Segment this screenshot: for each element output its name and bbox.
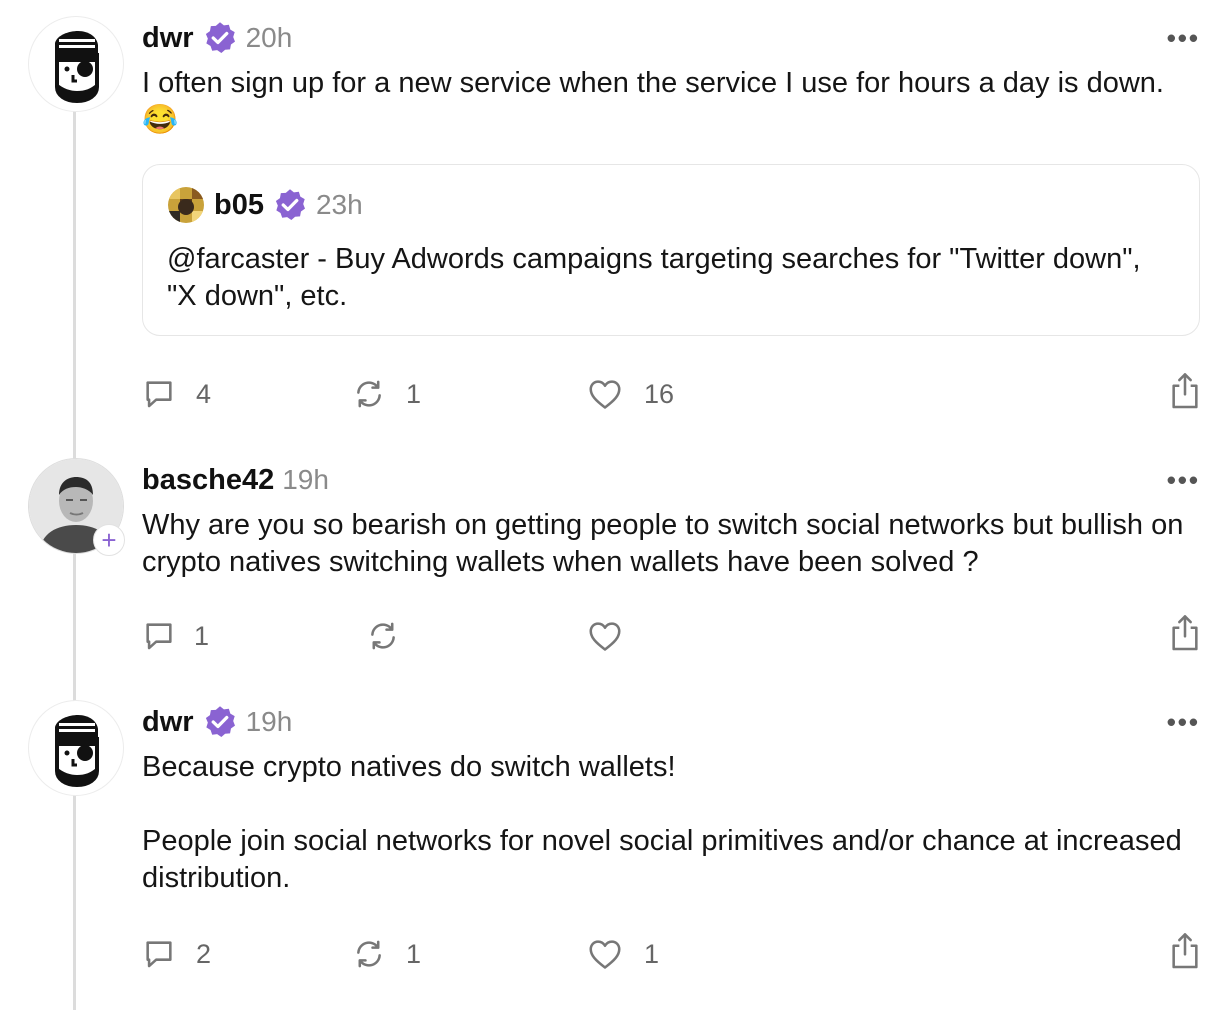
share-icon	[1172, 933, 1198, 969]
recast-button[interactable]: 1	[352, 374, 421, 414]
heart-icon	[589, 940, 621, 969]
verified-badge-icon	[205, 22, 235, 53]
like-count: 16	[644, 378, 675, 409]
pirate-avatar-icon	[55, 31, 99, 104]
comment-icon	[146, 941, 172, 968]
reply-count: 4	[196, 378, 212, 409]
heart-icon	[589, 622, 621, 651]
recast-button[interactable]: 1	[352, 934, 421, 974]
recast-icon	[371, 622, 395, 650]
username[interactable]: dwr	[142, 22, 194, 55]
timestamp[interactable]: 20h	[246, 22, 293, 54]
comment-icon	[146, 381, 172, 408]
reply-count: 1	[194, 620, 210, 651]
quoted-timestamp[interactable]: 23h	[316, 189, 363, 221]
share-icon	[1172, 615, 1198, 651]
like-button[interactable]	[586, 616, 644, 656]
recast-count: 1	[406, 938, 422, 969]
avatar-dwr[interactable]	[28, 700, 124, 796]
share-button[interactable]	[1168, 612, 1202, 657]
cast-header: dwr 20h	[142, 18, 292, 58]
pirate-avatar-icon	[55, 715, 99, 788]
like-button[interactable]: 1	[586, 934, 659, 974]
verified-badge-icon	[275, 189, 305, 220]
quoted-cast[interactable]: b05 23h @farcaster - Buy Adwords campaig…	[142, 164, 1200, 336]
timestamp[interactable]: 19h	[246, 706, 293, 738]
share-icon	[1172, 373, 1198, 409]
like-count: 1	[644, 938, 660, 969]
cast-actions: 2 1 1	[142, 933, 1202, 974]
verified-badge-icon	[205, 706, 235, 737]
reply-button[interactable]: 2	[142, 934, 211, 974]
reply-button[interactable]: 1	[142, 616, 209, 656]
username[interactable]: basche42	[142, 464, 274, 497]
comment-icon	[146, 623, 172, 650]
quoted-cast-text: @farcaster - Buy Adwords campaigns targe…	[167, 243, 1141, 312]
share-button[interactable]	[1168, 930, 1202, 975]
heart-icon	[589, 380, 621, 409]
username[interactable]: dwr	[142, 706, 194, 739]
cast-text: Why are you so bearish on getting people…	[142, 509, 1184, 578]
avatar-dwr[interactable]	[28, 16, 124, 112]
recast-icon	[357, 940, 381, 968]
more-horizontal-icon[interactable]: •••	[1167, 467, 1200, 493]
reply-count: 2	[196, 938, 212, 969]
cast-actions: 4 1 16	[142, 373, 1202, 414]
pixel-avatar-icon	[168, 187, 204, 223]
share-button[interactable]	[1168, 370, 1202, 415]
recast-icon	[357, 380, 381, 408]
like-button[interactable]: 16	[586, 374, 674, 414]
recast-count: 1	[406, 378, 422, 409]
reply-button[interactable]: 4	[142, 374, 211, 414]
cast-text: Because crypto natives do switch wallets…	[142, 751, 1182, 894]
follow-button[interactable]: +	[93, 524, 125, 556]
quoted-cast-header: b05 23h	[168, 185, 363, 225]
avatar-b05[interactable]	[168, 187, 204, 223]
more-horizontal-icon[interactable]: •••	[1167, 25, 1200, 51]
thread-line	[73, 100, 76, 1010]
cast-text: I often sign up for a new service when t…	[142, 67, 1164, 136]
quoted-username[interactable]: b05	[214, 189, 264, 222]
timestamp[interactable]: 19h	[282, 464, 329, 496]
recast-button[interactable]	[366, 616, 420, 656]
more-horizontal-icon[interactable]: •••	[1167, 709, 1200, 735]
cast-header: basche42 19h	[142, 460, 329, 500]
cast-actions: 1	[142, 615, 1202, 656]
cast-header: dwr 19h	[142, 702, 292, 742]
